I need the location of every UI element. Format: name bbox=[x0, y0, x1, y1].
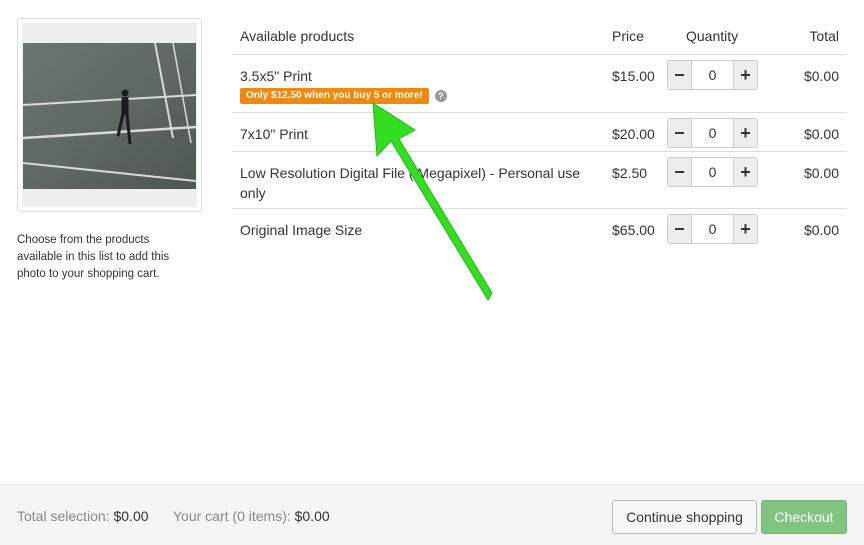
plus-icon[interactable]: + bbox=[733, 215, 757, 243]
table-row: 3.5x5" Print Only $12.50 when you buy 5 … bbox=[232, 55, 847, 113]
cart-footer: Total selection: $0.00 Your cart (0 item… bbox=[0, 484, 864, 545]
product-price: $15.00 bbox=[612, 68, 655, 84]
promo-badge: Only $12.50 when you buy 5 or more! bbox=[240, 88, 429, 104]
product-name: Low Resolution Digital File ( Megapixel)… bbox=[240, 165, 581, 201]
cart-summary: Your cart (0 items): $0.00 bbox=[173, 508, 330, 524]
header-total: Total bbox=[809, 28, 839, 44]
quantity-stepper: − + bbox=[667, 118, 758, 148]
header-price: Price bbox=[612, 28, 644, 44]
total-selection: Total selection: $0.00 bbox=[17, 508, 149, 524]
plus-icon[interactable]: + bbox=[733, 119, 757, 147]
product-price: $65.00 bbox=[612, 222, 655, 238]
quantity-input[interactable] bbox=[692, 215, 733, 243]
promo-line: Only $12.50 when you buy 5 or more! ? bbox=[240, 88, 447, 104]
photo-thumbnail[interactable] bbox=[23, 43, 196, 189]
quantity-input[interactable] bbox=[692, 158, 733, 186]
product-name: 3.5x5" Print bbox=[240, 68, 312, 84]
cart-summary-label: Your cart (0 items): bbox=[173, 508, 291, 524]
checkout-button[interactable]: Checkout bbox=[761, 500, 847, 534]
product-price: $20.00 bbox=[612, 126, 655, 142]
plus-icon[interactable]: + bbox=[733, 158, 757, 186]
table-row: 7x10" Print $20.00 − + $0.00 bbox=[232, 113, 847, 152]
cart-summary-value: $0.00 bbox=[294, 508, 330, 524]
product-name: Original Image Size bbox=[240, 222, 363, 238]
quantity-stepper: − + bbox=[667, 214, 758, 244]
product-total: $0.00 bbox=[803, 126, 839, 142]
products-table: Available products Price Quantity Total … bbox=[232, 20, 847, 248]
minus-icon[interactable]: − bbox=[668, 61, 692, 89]
question-circle-icon[interactable]: ? bbox=[434, 90, 447, 102]
photo-instructions: Choose from the products available in th… bbox=[17, 234, 170, 280]
quantity-stepper: − + bbox=[667, 157, 758, 187]
quantity-stepper: − + bbox=[667, 60, 758, 90]
photo-thumbnail-background bbox=[22, 23, 197, 207]
product-price: $2.50 bbox=[612, 165, 648, 181]
product-name: 7x10" Print bbox=[240, 126, 309, 142]
plus-icon[interactable]: + bbox=[733, 61, 757, 89]
quantity-input[interactable] bbox=[692, 61, 733, 89]
minus-icon[interactable]: − bbox=[668, 119, 692, 147]
product-total: $0.00 bbox=[803, 165, 839, 181]
total-selection-label: Total selection: bbox=[17, 508, 110, 524]
total-selection-value: $0.00 bbox=[113, 508, 149, 524]
table-row: Original Image Size $65.00 − + $0.00 bbox=[232, 209, 847, 248]
product-total: $0.00 bbox=[803, 68, 839, 84]
continue-shopping-button[interactable]: Continue shopping bbox=[612, 500, 757, 534]
minus-icon[interactable]: − bbox=[668, 158, 692, 186]
product-total: $0.00 bbox=[803, 222, 839, 238]
table-row: Low Resolution Digital File ( Megapixel)… bbox=[232, 152, 847, 209]
photo-thumbnail-frame bbox=[17, 18, 202, 212]
header-products: Available products bbox=[240, 28, 355, 44]
table-header: Available products Price Quantity Total bbox=[232, 20, 847, 55]
header-quantity: Quantity bbox=[686, 28, 739, 44]
minus-icon[interactable]: − bbox=[668, 215, 692, 243]
quantity-input[interactable] bbox=[692, 119, 733, 147]
